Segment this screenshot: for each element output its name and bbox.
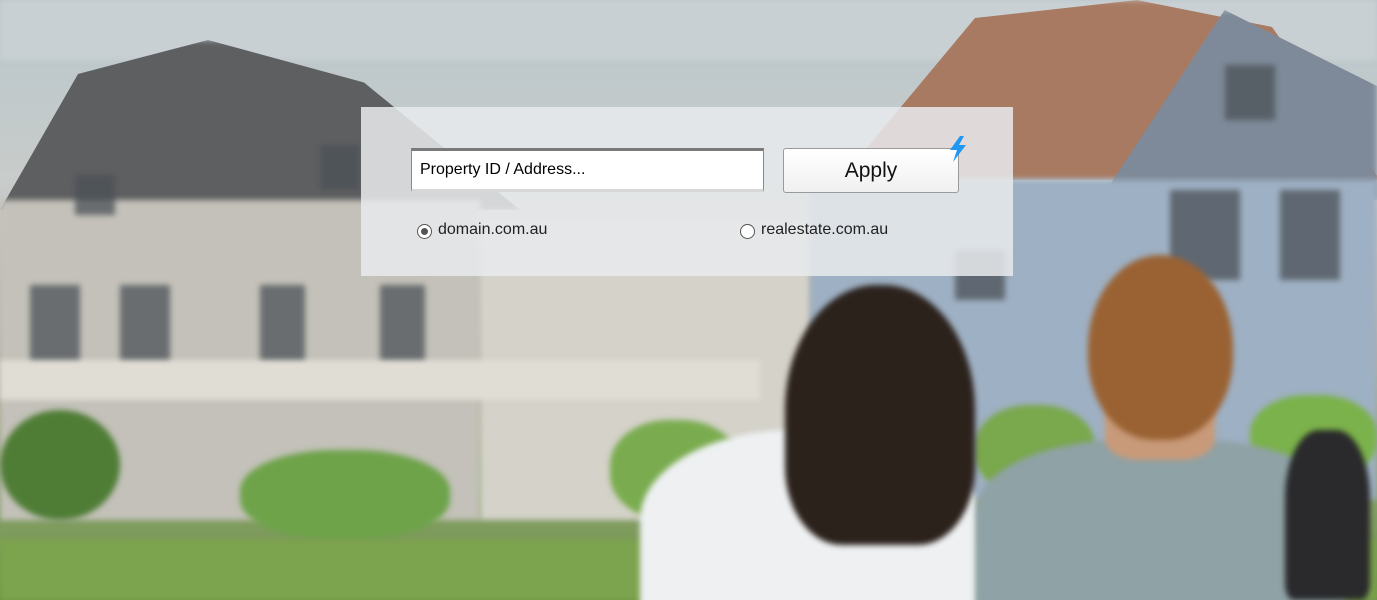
search-panel: Apply domain.com.au realestate.com.au	[361, 107, 1013, 276]
property-search-input[interactable]	[411, 148, 764, 192]
bolt-icon	[950, 136, 966, 162]
background-photo	[0, 0, 1377, 600]
radio-button-unselected[interactable]	[740, 224, 755, 239]
radio-realestate[interactable]: realestate.com.au	[740, 220, 888, 239]
radio-button-selected[interactable]	[417, 224, 432, 239]
radio-domain-label: domain.com.au	[438, 220, 548, 238]
radio-selected-dot	[421, 228, 428, 235]
radio-realestate-label: realestate.com.au	[761, 220, 889, 238]
apply-button[interactable]: Apply	[783, 148, 959, 193]
radio-domain[interactable]: domain.com.au	[417, 220, 547, 239]
